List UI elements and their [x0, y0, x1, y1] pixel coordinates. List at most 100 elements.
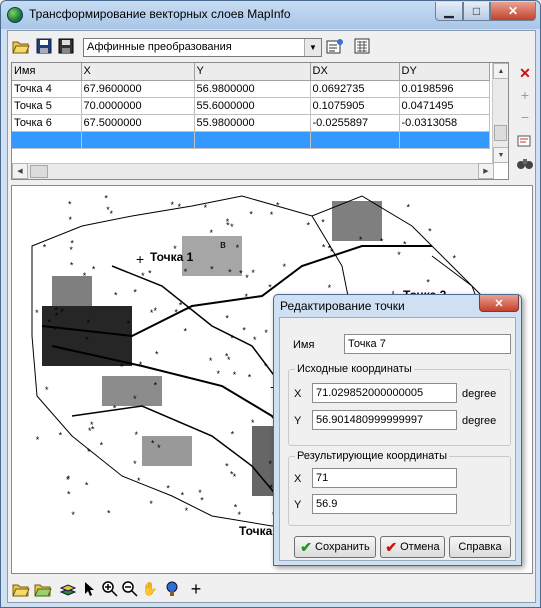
- cancel-button[interactable]: ✔ Отмена: [380, 536, 445, 558]
- add-icon[interactable]: +: [515, 85, 535, 105]
- cell-dx[interactable]: 0.1075905: [310, 97, 400, 115]
- save-all-icon[interactable]: [56, 36, 76, 56]
- close-button[interactable]: ✕: [490, 2, 536, 21]
- transform-type-select[interactable]: Аффинные преобразования ▼: [83, 38, 322, 57]
- minimize-button[interactable]: ▁: [435, 2, 463, 21]
- name-field[interactable]: Точка 7: [344, 334, 511, 354]
- cell-dx[interactable]: -0.0255897: [310, 114, 400, 132]
- res-y-field[interactable]: 56.9: [312, 494, 457, 514]
- res-y-label: Y: [294, 499, 302, 511]
- col-header-x[interactable]: X: [81, 63, 195, 81]
- map-point-marker: *: [133, 394, 137, 404]
- map-point-marker: *: [321, 218, 325, 228]
- map-point-marker: *: [83, 271, 87, 281]
- cell-y[interactable]: 56.9800000: [194, 80, 311, 98]
- help-button[interactable]: Справка: [449, 536, 511, 558]
- map-point-marker: *: [54, 306, 58, 316]
- map-point-marker: *: [66, 475, 70, 485]
- map-point-marker: *: [187, 305, 191, 315]
- map-point-marker: *: [204, 203, 208, 213]
- binoculars-icon[interactable]: [515, 153, 535, 173]
- cell-y[interactable]: 55.9800000: [194, 114, 311, 132]
- open-layer-icon[interactable]: [33, 579, 53, 599]
- scroll-down-icon[interactable]: ▼: [493, 147, 508, 163]
- zoom-out-icon[interactable]: [120, 579, 140, 599]
- maximize-button[interactable]: □: [463, 2, 490, 21]
- dialog-close-button[interactable]: ✕: [479, 295, 519, 312]
- horizontal-scroll-thumb[interactable]: [30, 165, 48, 178]
- name-field-value: Точка 7: [348, 338, 386, 350]
- open-folder-icon[interactable]: [11, 36, 31, 56]
- src-y-field[interactable]: 56.901480999999997: [312, 410, 457, 430]
- map-point-marker: *: [154, 380, 158, 390]
- map-point-marker: *: [264, 362, 268, 372]
- cell-y[interactable]: 55.6000000: [194, 97, 311, 115]
- map-point-marker: *: [113, 403, 117, 413]
- find-point-icon[interactable]: [515, 131, 535, 151]
- col-header-dx[interactable]: DX: [310, 63, 400, 81]
- cell-dy[interactable]: 0.0471495: [399, 97, 490, 115]
- map-point-marker: *: [67, 489, 71, 499]
- map-point-marker: *: [268, 282, 272, 292]
- cell-x[interactable]: 70.0000000: [81, 97, 195, 115]
- open-folder-icon[interactable]: [11, 579, 31, 599]
- control-point-marker[interactable]: +: [136, 252, 144, 266]
- cell-dx[interactable]: 0.0692735: [310, 80, 400, 98]
- map-point-marker: *: [236, 243, 240, 253]
- scroll-right-icon[interactable]: ▶: [478, 163, 494, 179]
- pan-hand-icon[interactable]: ✋: [140, 579, 160, 599]
- calculator-icon[interactable]: [352, 36, 372, 56]
- map-point-marker: *: [209, 356, 213, 366]
- scroll-left-icon[interactable]: ◀: [12, 163, 28, 179]
- src-x-field[interactable]: 71.029852000000005: [312, 383, 457, 403]
- cell-x[interactable]: 67.9600000: [81, 80, 195, 98]
- map-point-marker: *: [90, 420, 94, 430]
- add-point-icon[interactable]: +: [186, 579, 206, 599]
- vertical-scrollbar[interactable]: ▲ ▼: [492, 63, 508, 163]
- chevron-down-icon[interactable]: ▼: [304, 39, 321, 56]
- vertical-scroll-thumb[interactable]: [494, 125, 507, 141]
- col-header-name[interactable]: Имя: [12, 63, 82, 81]
- cell-dy[interactable]: -0.0313058: [399, 114, 490, 132]
- pointer-icon[interactable]: [80, 579, 100, 599]
- col-header-dy[interactable]: DY: [399, 63, 490, 81]
- delete-icon[interactable]: ✕: [515, 63, 535, 83]
- map-point-marker: *: [133, 459, 137, 469]
- properties-icon[interactable]: [325, 36, 345, 56]
- res-x-label: X: [294, 473, 302, 485]
- cell-dy[interactable]: 0.0198596: [399, 80, 490, 98]
- map-point-marker: *: [228, 267, 232, 277]
- scroll-up-icon[interactable]: ▲: [493, 63, 508, 79]
- map-point-marker: *: [230, 469, 234, 479]
- map-point-marker: *: [171, 200, 175, 210]
- map-point-marker: *: [225, 461, 229, 471]
- bottom-toolbar: ✋ +: [8, 576, 535, 602]
- zoom-in-icon[interactable]: [100, 579, 120, 599]
- map-point-marker: *: [151, 438, 155, 448]
- res-x-field[interactable]: 71: [312, 468, 457, 488]
- map-point-marker: *: [92, 265, 96, 275]
- map-point-marker: *: [71, 510, 75, 520]
- map-point-marker: *: [35, 308, 39, 318]
- info-icon[interactable]: [162, 579, 182, 599]
- table-row[interactable]: Точка 5 70.0000000 55.6000000 0.1075905 …: [12, 97, 490, 115]
- save-button[interactable]: ✔ Сохранить: [294, 536, 376, 558]
- cell-x[interactable]: 67.5000000: [81, 114, 195, 132]
- save-icon[interactable]: [34, 36, 54, 56]
- cell-name[interactable]: Точка 6: [12, 114, 82, 132]
- app-globe-icon: [7, 7, 23, 23]
- map-point-marker: *: [216, 369, 220, 379]
- remove-icon[interactable]: −: [515, 107, 535, 127]
- points-table[interactable]: Имя X Y DX DY Точка 4 67.9600000 56.9800…: [11, 62, 509, 180]
- cell-name[interactable]: Точка 4: [12, 80, 82, 98]
- table-row[interactable]: Точка 6 67.5000000 55.9800000 -0.0255897…: [12, 114, 490, 132]
- layers-icon[interactable]: [58, 579, 78, 599]
- table-row[interactable]: Точка 4 67.9600000 56.9800000 0.0692735 …: [12, 80, 490, 98]
- map-point-marker: *: [330, 247, 334, 257]
- map-point-marker: *: [157, 443, 161, 453]
- col-header-y[interactable]: Y: [194, 63, 311, 81]
- table-row-selected[interactable]: [12, 131, 490, 149]
- horizontal-scrollbar[interactable]: ◀ ▶: [12, 163, 494, 179]
- cell-name[interactable]: Точка 5: [12, 97, 82, 115]
- map-point-marker: *: [68, 215, 72, 225]
